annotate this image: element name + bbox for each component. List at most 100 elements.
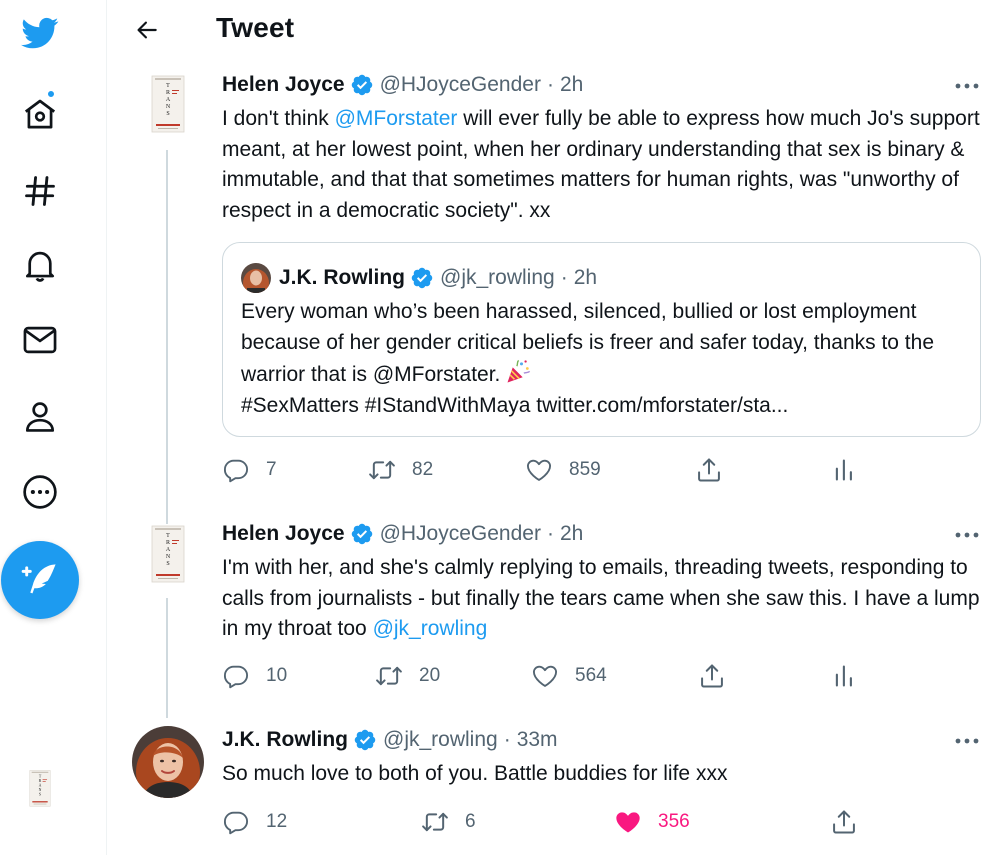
reply-icon [222, 808, 250, 836]
thread-line [166, 598, 168, 718]
share-icon [695, 456, 723, 484]
tweet-text: I'm with her, and she's calmly replying … [222, 553, 982, 645]
like-count: 564 [575, 665, 607, 686]
more-options-button[interactable] [950, 729, 984, 753]
author-name[interactable]: Helen Joyce [222, 522, 345, 546]
party-popper-icon [507, 359, 531, 383]
more-dots-icon [955, 82, 979, 90]
like-filled-icon [614, 808, 642, 836]
tweet-text: So much love to both of you. Battle budd… [222, 762, 728, 785]
account-avatar[interactable] [24, 763, 56, 815]
verified-badge-icon [410, 266, 434, 290]
analytics-icon [830, 662, 858, 690]
retweet-icon [368, 456, 396, 484]
like-icon [525, 456, 553, 484]
tweet-time[interactable]: 2h [560, 522, 583, 546]
quote-avatar [241, 263, 271, 293]
like-button[interactable]: 859 [525, 456, 601, 484]
reply-button[interactable]: 7 [222, 456, 277, 484]
tweet-text-part: I'm with her, and she's calmly replying … [222, 556, 980, 640]
tweet-text-part: I don't think [222, 107, 335, 130]
tweet-time[interactable]: 33m [517, 728, 558, 752]
tweet-text: I don't think @MForstater will ever full… [222, 104, 982, 226]
tweet-time[interactable]: 2h [560, 73, 583, 97]
analytics-icon [830, 456, 858, 484]
tweet-header: Helen Joyce @HJoyceGender · 2h [222, 73, 583, 97]
retweet-icon [375, 662, 403, 690]
retweet-button[interactable]: 20 [375, 662, 440, 690]
like-button[interactable]: 564 [531, 662, 607, 690]
more-dots-icon [955, 531, 979, 539]
sidebar-nav [0, 0, 107, 855]
share-icon [698, 662, 726, 690]
retweet-count: 82 [412, 459, 434, 480]
quoted-tweet-card[interactable]: J.K. Rowling @jk_rowling · 2h Every woma… [222, 242, 981, 437]
compose-tweet-button[interactable] [1, 541, 79, 619]
more-options-button[interactable] [950, 74, 984, 98]
share-button[interactable] [695, 456, 723, 484]
like-button[interactable]: 356 [614, 808, 690, 836]
retweet-button[interactable]: 82 [368, 456, 433, 484]
author-handle[interactable]: @jk_rowling [383, 728, 498, 752]
back-button[interactable] [126, 10, 168, 50]
arrow-left-icon [137, 21, 157, 39]
author-name[interactable]: J.K. Rowling [222, 728, 348, 752]
reply-count: 10 [266, 665, 288, 686]
author-handle[interactable]: @HJoyceGender [380, 73, 541, 97]
retweet-button[interactable]: 6 [421, 808, 476, 836]
verified-badge-icon [350, 73, 374, 97]
like-count: 356 [658, 811, 690, 832]
avatar[interactable] [132, 726, 204, 798]
separator: · [560, 266, 568, 289]
author-name[interactable]: Helen Joyce [222, 73, 345, 97]
compose-feather-icon [21, 564, 56, 594]
messages-envelope-icon[interactable] [20, 320, 60, 360]
tweet-header: Helen Joyce @HJoyceGender · 2h [222, 522, 583, 546]
more-dots-icon [955, 737, 979, 745]
thread-line [166, 150, 168, 524]
quote-text: Every woman who’s been harassed, silence… [241, 297, 941, 421]
avatar[interactable] [143, 524, 193, 586]
share-button[interactable] [830, 808, 858, 836]
tweet-header: J.K. Rowling @jk_rowling · 33m [222, 728, 558, 752]
like-icon [531, 662, 559, 690]
separator: · [546, 522, 554, 545]
author-handle[interactable]: @HJoyceGender [380, 522, 541, 546]
mention-link[interactable]: @jk_rowling [373, 617, 488, 640]
reply-icon [222, 456, 250, 484]
home-icon[interactable] [20, 89, 60, 134]
reply-count: 12 [266, 811, 288, 832]
quote-header: J.K. Rowling @jk_rowling · 2h [241, 263, 597, 293]
like-count: 859 [569, 459, 601, 480]
quote-author-name: J.K. Rowling [279, 266, 405, 289]
separator: · [503, 728, 511, 751]
profile-person-icon[interactable] [20, 397, 60, 437]
quote-text-part: Every woman who’s been harassed, silence… [241, 300, 934, 386]
notification-dot [46, 89, 56, 99]
quote-time: 2h [573, 266, 598, 289]
verified-badge-icon [350, 522, 374, 546]
reply-button[interactable]: 10 [222, 662, 287, 690]
quote-text-part: #SexMatters #IStandWithMaya twitter.com/… [241, 393, 789, 417]
avatar[interactable] [143, 74, 193, 136]
separator: · [546, 73, 554, 96]
reply-icon [222, 662, 250, 690]
share-icon [830, 808, 858, 836]
share-button[interactable] [698, 662, 726, 690]
verified-badge-icon [353, 728, 377, 752]
mention-link[interactable]: @MForstater [335, 107, 458, 130]
reply-button[interactable]: 12 [222, 808, 287, 836]
analytics-button[interactable] [830, 662, 858, 690]
retweet-count: 6 [465, 811, 476, 832]
analytics-button[interactable] [830, 456, 858, 484]
more-options-button[interactable] [950, 523, 984, 547]
retweet-icon [421, 808, 449, 836]
twitter-logo-icon[interactable] [20, 12, 60, 52]
quote-author-handle: @jk_rowling [440, 266, 555, 289]
explore-hashtag-icon[interactable] [20, 171, 60, 211]
reply-count: 7 [266, 459, 277, 480]
notifications-bell-icon[interactable] [20, 245, 60, 285]
retweet-count: 20 [419, 665, 441, 686]
more-circle-icon[interactable] [20, 472, 60, 512]
page-title: Tweet [216, 12, 295, 43]
